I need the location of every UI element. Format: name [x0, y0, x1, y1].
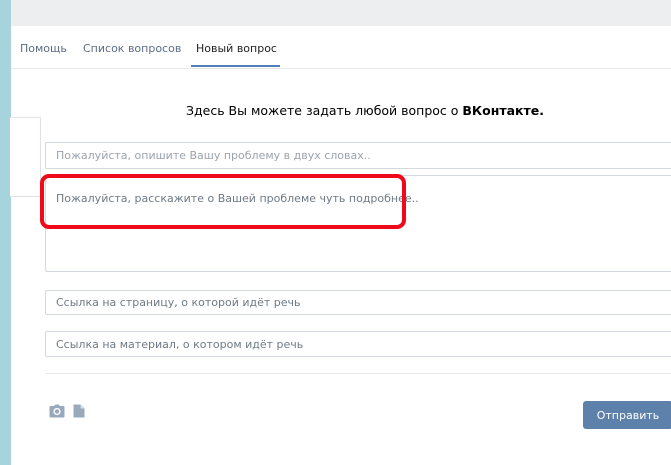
submit-button[interactable]: Отправить [583, 401, 671, 429]
document-icon[interactable] [73, 403, 85, 418]
intro-brand: ВКонтакте. [462, 103, 544, 118]
camera-icon[interactable] [49, 403, 65, 418]
question-details-textarea[interactable] [45, 175, 671, 272]
top-bar [11, 0, 671, 27]
tab-new-question[interactable]: Новый вопрос [196, 42, 277, 55]
side-panel-edge [10, 117, 41, 197]
tab-help[interactable]: Помощь [20, 42, 67, 55]
page-link-input[interactable] [45, 290, 671, 315]
material-link-input[interactable] [45, 331, 671, 357]
intro-text: Здесь Вы можете задать любой вопрос о ВК… [186, 103, 544, 118]
form-divider [45, 373, 671, 374]
support-panel: Помощь Список вопросов Новый вопрос Здес… [10, 0, 671, 465]
page-border [0, 0, 11, 465]
intro-message: Здесь Вы можете задать любой вопрос о [186, 103, 463, 118]
tab-bar: Помощь Список вопросов Новый вопрос [11, 26, 671, 69]
active-tab-indicator [191, 65, 280, 67]
question-title-input[interactable] [45, 142, 671, 169]
tab-question-list[interactable]: Список вопросов [83, 42, 181, 55]
